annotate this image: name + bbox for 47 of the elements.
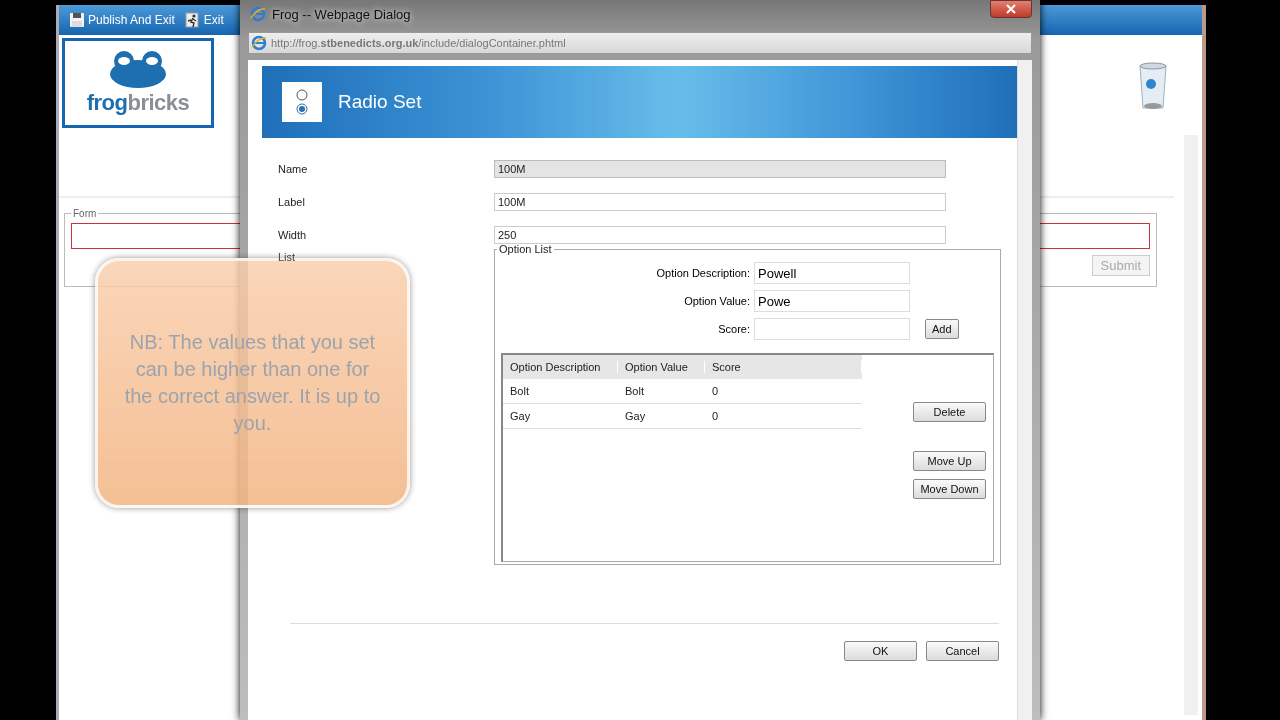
text-field[interactable]: Powell <box>754 262 910 284</box>
column-header: Option Value <box>618 361 705 373</box>
table-cell-text: Bolt <box>624 385 645 397</box>
exit-icon <box>184 12 201 28</box>
field-label: Label <box>278 195 306 208</box>
column-header: Score <box>705 361 862 373</box>
field-label: Name <box>278 162 309 175</box>
field-label: Score: <box>717 323 751 335</box>
list-button[interactable]: Move Up <box>913 451 986 471</box>
table-cell-text: Gay <box>509 410 532 422</box>
toolbar-button[interactable]: Exit <box>184 12 224 28</box>
window-title: Frog -- Webpage Dialog <box>272 6 411 22</box>
url-text: http://frog.stbenedicts.org.uk/include/dialogContainer.phtml <box>271 37 566 49</box>
close-button[interactable] <box>990 0 1032 18</box>
browser-icon <box>250 6 266 22</box>
list-button[interactable]: Move Down <box>913 479 986 499</box>
dialog-button[interactable]: OK <box>844 641 917 661</box>
save-icon <box>69 12 85 28</box>
column-header: Option Description <box>503 361 618 373</box>
text-field[interactable]: Powe <box>754 290 910 312</box>
table-row[interactable]: Gay Gay 0 <box>503 404 862 429</box>
note-text: NB: The values that you set can be higher than one for the correct answer. It is up to you. <box>124 330 381 436</box>
text-field[interactable] <box>754 318 910 340</box>
radio-set-icon <box>282 82 322 122</box>
close-icon <box>1006 4 1016 14</box>
dialog-heading: Radio Set <box>338 91 422 113</box>
table-cell-text: Bolt <box>509 385 530 397</box>
dialog-button[interactable]: Cancel <box>926 641 999 661</box>
option-list-legend: Option List <box>497 243 554 255</box>
field-label: Option Value: <box>683 295 751 307</box>
frog-logo-icon <box>108 50 168 88</box>
table-cell-text: Gay <box>624 410 647 422</box>
text-field[interactable]: 250 <box>494 225 946 244</box>
add-button[interactable]: Add <box>925 319 959 339</box>
field-label: Option Description: <box>655 267 751 279</box>
field-label: List <box>278 251 297 263</box>
field-label: Width <box>278 228 308 241</box>
text-field[interactable]: 100M <box>494 192 946 211</box>
table-cell-text: 0 <box>711 410 720 422</box>
browser-icon <box>251 35 267 51</box>
form-legend: Form <box>71 208 99 219</box>
toolbar-button[interactable]: Publish And Exit <box>69 12 175 28</box>
logo-text: frogbricks <box>86 90 190 116</box>
scrollbar[interactable] <box>1017 60 1032 720</box>
table-row[interactable]: Bolt Bolt 0 <box>503 379 862 404</box>
table-cell-text: 0 <box>711 385 720 397</box>
list-button[interactable]: Delete <box>913 402 986 422</box>
